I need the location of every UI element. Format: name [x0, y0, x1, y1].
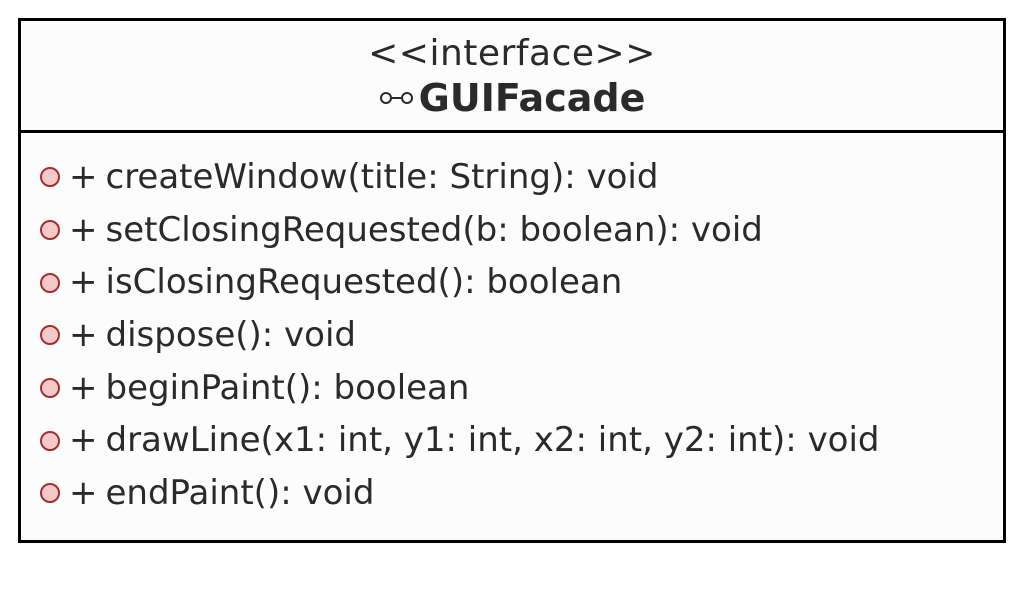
stereotype-label: <<interface>> — [21, 33, 1003, 74]
method-bullet-icon — [39, 324, 61, 346]
method-signature: beginPaint(): boolean — [106, 362, 470, 415]
visibility-symbol: + — [69, 362, 98, 415]
method-bullet-icon — [39, 219, 61, 241]
method-bullet-icon — [39, 166, 61, 188]
member-row: + createWindow(title: String): void — [39, 151, 985, 204]
member-row: + beginPaint(): boolean — [39, 362, 985, 415]
method-signature: dispose(): void — [106, 309, 357, 362]
member-row: + drawLine(x1: int, y1: int, x2: int, y2… — [39, 414, 985, 467]
visibility-symbol: + — [69, 414, 98, 467]
uml-header: <<interface>> GUIFacade — [21, 21, 1003, 133]
visibility-symbol: + — [69, 204, 98, 257]
member-row: + endPaint(): void — [39, 467, 985, 520]
member-row: + isClosingRequested(): boolean — [39, 256, 985, 309]
method-signature: drawLine(x1: int, y1: int, x2: int, y2: … — [106, 414, 880, 467]
visibility-symbol: + — [69, 467, 98, 520]
method-bullet-icon — [39, 377, 61, 399]
interface-lollipop-icon — [379, 89, 413, 107]
visibility-symbol: + — [69, 256, 98, 309]
visibility-symbol: + — [69, 151, 98, 204]
method-signature: isClosingRequested(): boolean — [106, 256, 623, 309]
method-bullet-icon — [39, 482, 61, 504]
uml-interface-box: <<interface>> GUIFacade + createWindow(t… — [18, 18, 1006, 543]
member-row: + setClosingRequested(b: boolean): void — [39, 204, 985, 257]
method-signature: setClosingRequested(b: boolean): void — [106, 204, 763, 257]
method-signature: createWindow(title: String): void — [106, 151, 659, 204]
member-row: + dispose(): void — [39, 309, 985, 362]
method-bullet-icon — [39, 430, 61, 452]
visibility-symbol: + — [69, 309, 98, 362]
method-bullet-icon — [39, 272, 61, 294]
classname-row: GUIFacade — [21, 76, 1003, 120]
method-signature: endPaint(): void — [106, 467, 375, 520]
uml-body: + createWindow(title: String): void + se… — [21, 133, 1003, 540]
class-name: GUIFacade — [419, 76, 646, 120]
